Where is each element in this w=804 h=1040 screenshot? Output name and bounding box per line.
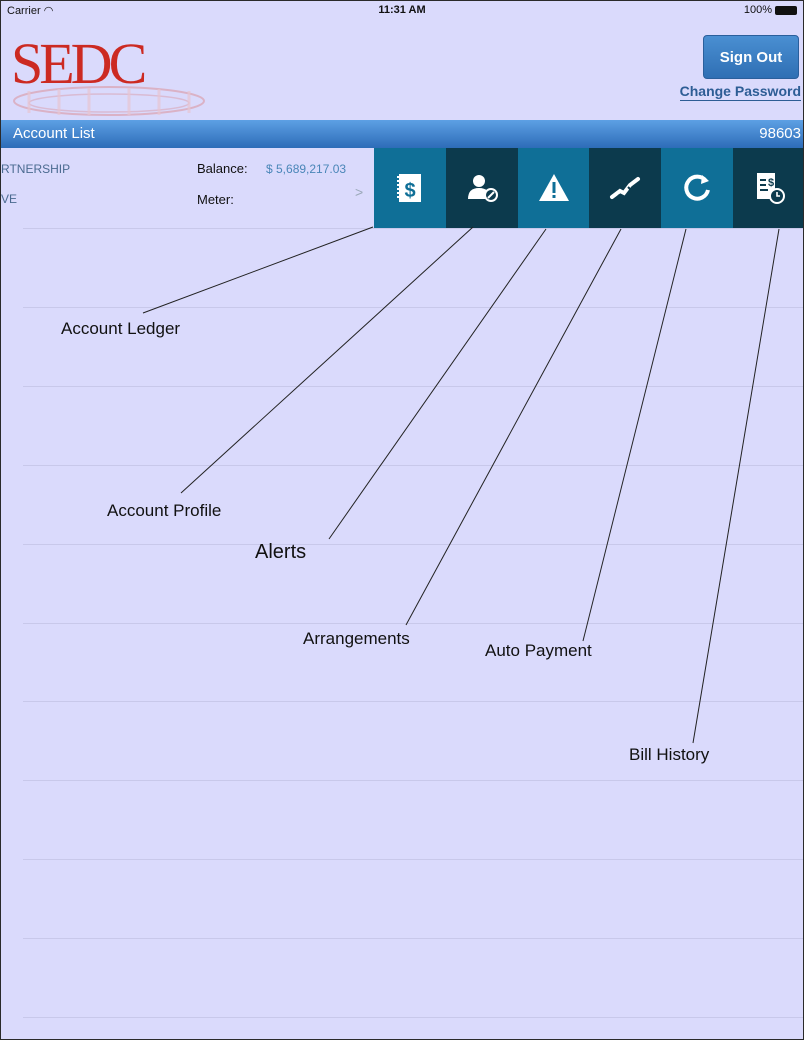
app-screen: Carrier ◠ 11:31 AM 100% SEDC Sign Out Ch… xyxy=(0,0,804,1040)
callout-line-account-ledger xyxy=(142,226,374,314)
callout-line-bill-history xyxy=(692,228,780,744)
callout-line-auto-payment xyxy=(582,228,687,642)
callout-alerts: Alerts xyxy=(255,541,307,563)
callout-account-ledger: Account Ledger xyxy=(61,319,181,338)
callout-account-profile: Account Profile xyxy=(107,501,222,520)
callout-bill-history: Bill History xyxy=(629,745,710,764)
callout-line-account-profile xyxy=(180,226,474,494)
callout-auto-payment: Auto Payment xyxy=(485,641,592,660)
callout-line-alerts xyxy=(328,228,547,540)
callout-line-arrangements xyxy=(405,228,622,626)
callout-arrangements: Arrangements xyxy=(303,629,410,648)
